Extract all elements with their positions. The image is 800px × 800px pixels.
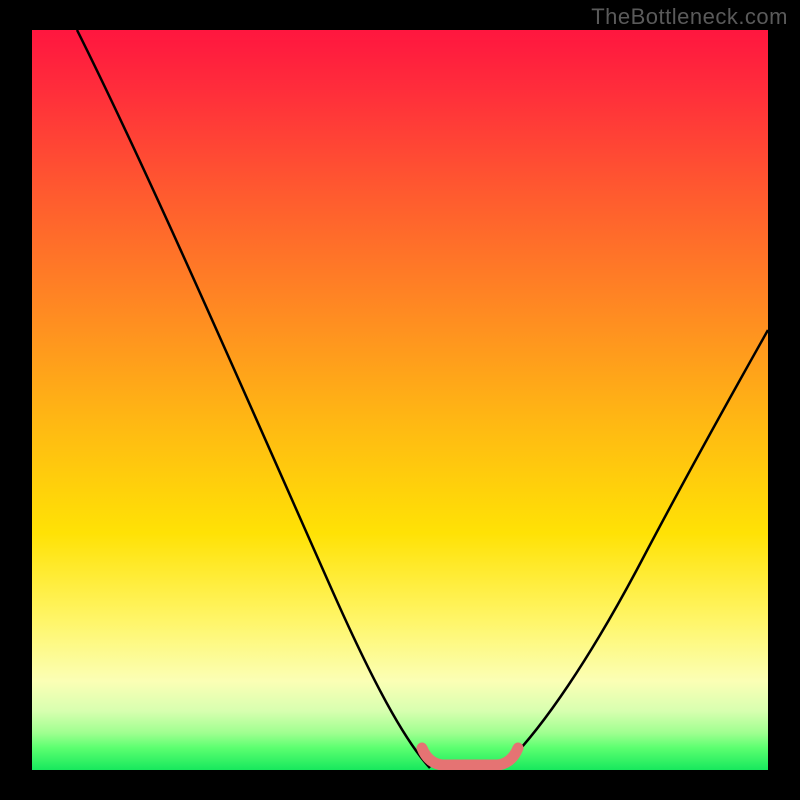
watermark-text: TheBottleneck.com bbox=[591, 4, 788, 30]
plot-area bbox=[32, 30, 768, 770]
curve-layer bbox=[32, 30, 768, 770]
valley-floor-band bbox=[422, 748, 518, 765]
left-valley-curve bbox=[77, 30, 430, 768]
chart-frame: TheBottleneck.com bbox=[0, 0, 800, 800]
right-valley-curve bbox=[502, 330, 768, 768]
